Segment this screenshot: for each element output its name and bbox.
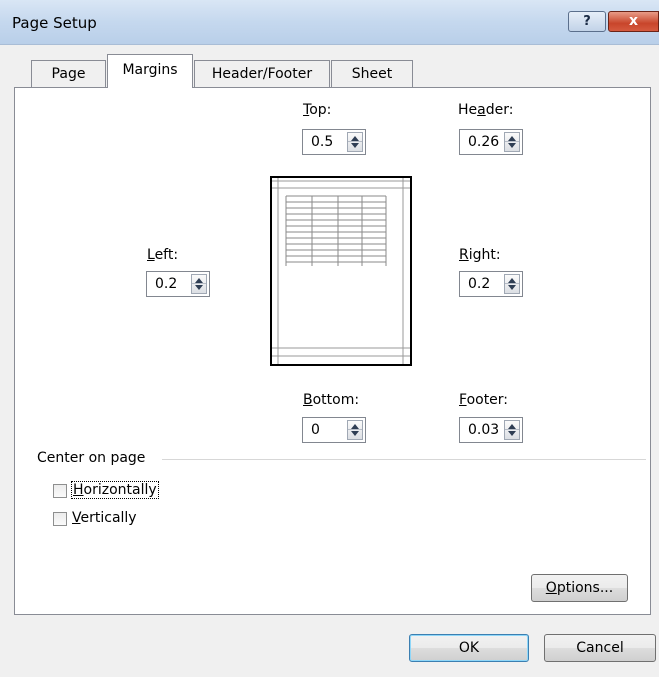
left-margin-spinner[interactable]: 0.2: [146, 271, 210, 297]
tab-page-label: Page: [51, 66, 86, 82]
spin-down-icon: [195, 285, 203, 290]
left-label: Left:: [147, 247, 179, 263]
spin-down-icon: [508, 285, 516, 290]
vertically-label[interactable]: Vertically: [72, 510, 137, 526]
spin-down-icon: [351, 431, 359, 436]
spin-down-icon: [508, 143, 516, 148]
close-button[interactable]: x: [608, 11, 659, 32]
center-on-page-title: Center on page: [37, 450, 146, 466]
bottom-margin-arrows[interactable]: [347, 420, 363, 440]
right-margin-arrows[interactable]: [504, 274, 520, 294]
bottom-margin-value[interactable]: 0: [311, 422, 320, 438]
tab-sheet-label: Sheet: [351, 66, 393, 82]
header-margin-value[interactable]: 0.26: [468, 134, 499, 150]
header-label: Header:: [458, 102, 514, 118]
page-preview: [270, 176, 412, 366]
footer-margin-arrows[interactable]: [504, 420, 520, 440]
left-margin-arrows[interactable]: [191, 274, 207, 294]
bottom-label: Bottom:: [303, 392, 360, 408]
title-bar: Page Setup ? x: [0, 0, 659, 45]
page-preview-diagram: [272, 178, 410, 364]
tab-header-footer[interactable]: Header/Footer: [194, 60, 330, 88]
tab-header-footer-label: Header/Footer: [211, 66, 313, 82]
tab-page[interactable]: Page: [31, 60, 106, 88]
spin-down-icon: [351, 143, 359, 148]
horizontally-label[interactable]: Horizontally: [71, 481, 159, 499]
right-margin-spinner[interactable]: 0.2: [459, 271, 523, 297]
top-margin-spinner[interactable]: 0.5: [302, 129, 366, 155]
tab-sheet[interactable]: Sheet: [331, 60, 413, 88]
footer-margin-spinner[interactable]: 0.03: [459, 417, 523, 443]
top-margin-value[interactable]: 0.5: [311, 134, 333, 150]
horizontally-checkbox[interactable]: [53, 484, 67, 498]
window-title: Page Setup: [12, 14, 97, 32]
spin-down-icon: [508, 431, 516, 436]
top-margin-arrows[interactable]: [347, 132, 363, 152]
group-divider: [162, 459, 646, 460]
footer-margin-value[interactable]: 0.03: [468, 422, 499, 438]
close-icon: x: [628, 13, 639, 29]
options-button[interactable]: Options...: [531, 574, 628, 602]
tab-margins-label: Margins: [122, 62, 178, 78]
cancel-button[interactable]: Cancel: [544, 634, 656, 662]
footer-label: Footer:: [459, 392, 509, 408]
tab-margins[interactable]: Margins: [107, 54, 193, 88]
right-margin-value[interactable]: 0.2: [468, 276, 490, 292]
bottom-margin-spinner[interactable]: 0: [302, 417, 366, 443]
help-button[interactable]: ?: [568, 11, 606, 32]
top-label: Top:: [303, 102, 332, 118]
help-icon: ?: [583, 14, 591, 29]
header-margin-spinner[interactable]: 0.26: [459, 129, 523, 155]
right-label: Right:: [459, 247, 501, 263]
vertically-checkbox[interactable]: [53, 512, 67, 526]
ok-button[interactable]: OK: [409, 634, 529, 662]
header-margin-arrows[interactable]: [504, 132, 520, 152]
left-margin-value[interactable]: 0.2: [155, 276, 177, 292]
